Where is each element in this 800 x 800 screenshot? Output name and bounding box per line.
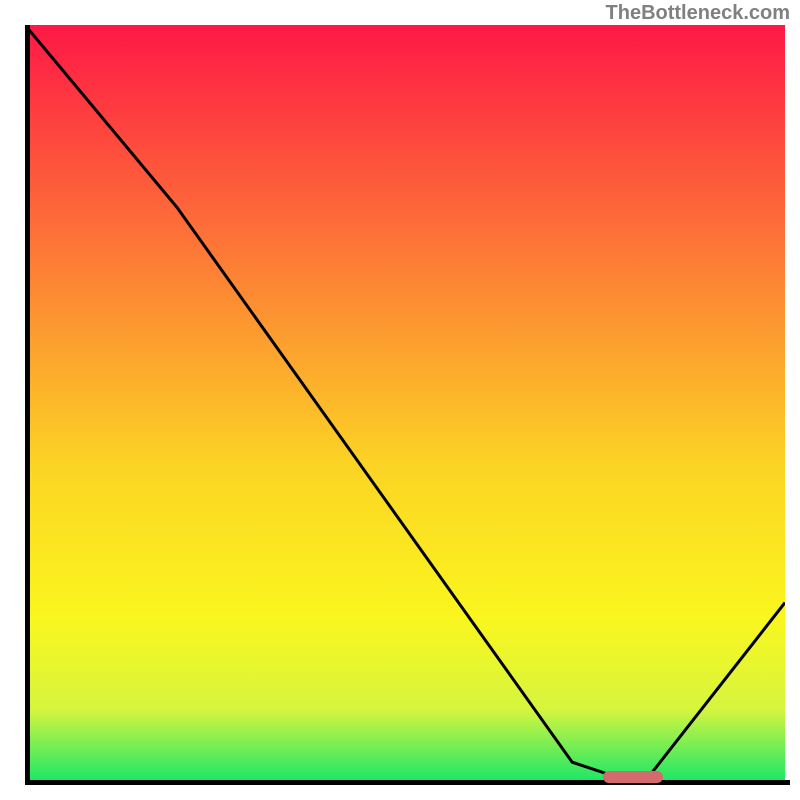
watermark-text: TheBottleneck.com bbox=[606, 2, 790, 25]
y-axis bbox=[25, 25, 30, 785]
chart-container: TheBottleneck.com bbox=[0, 0, 800, 800]
optimal-marker bbox=[603, 771, 664, 783]
chart-plot bbox=[25, 25, 785, 785]
x-axis bbox=[25, 780, 790, 785]
gradient-background bbox=[25, 25, 785, 785]
